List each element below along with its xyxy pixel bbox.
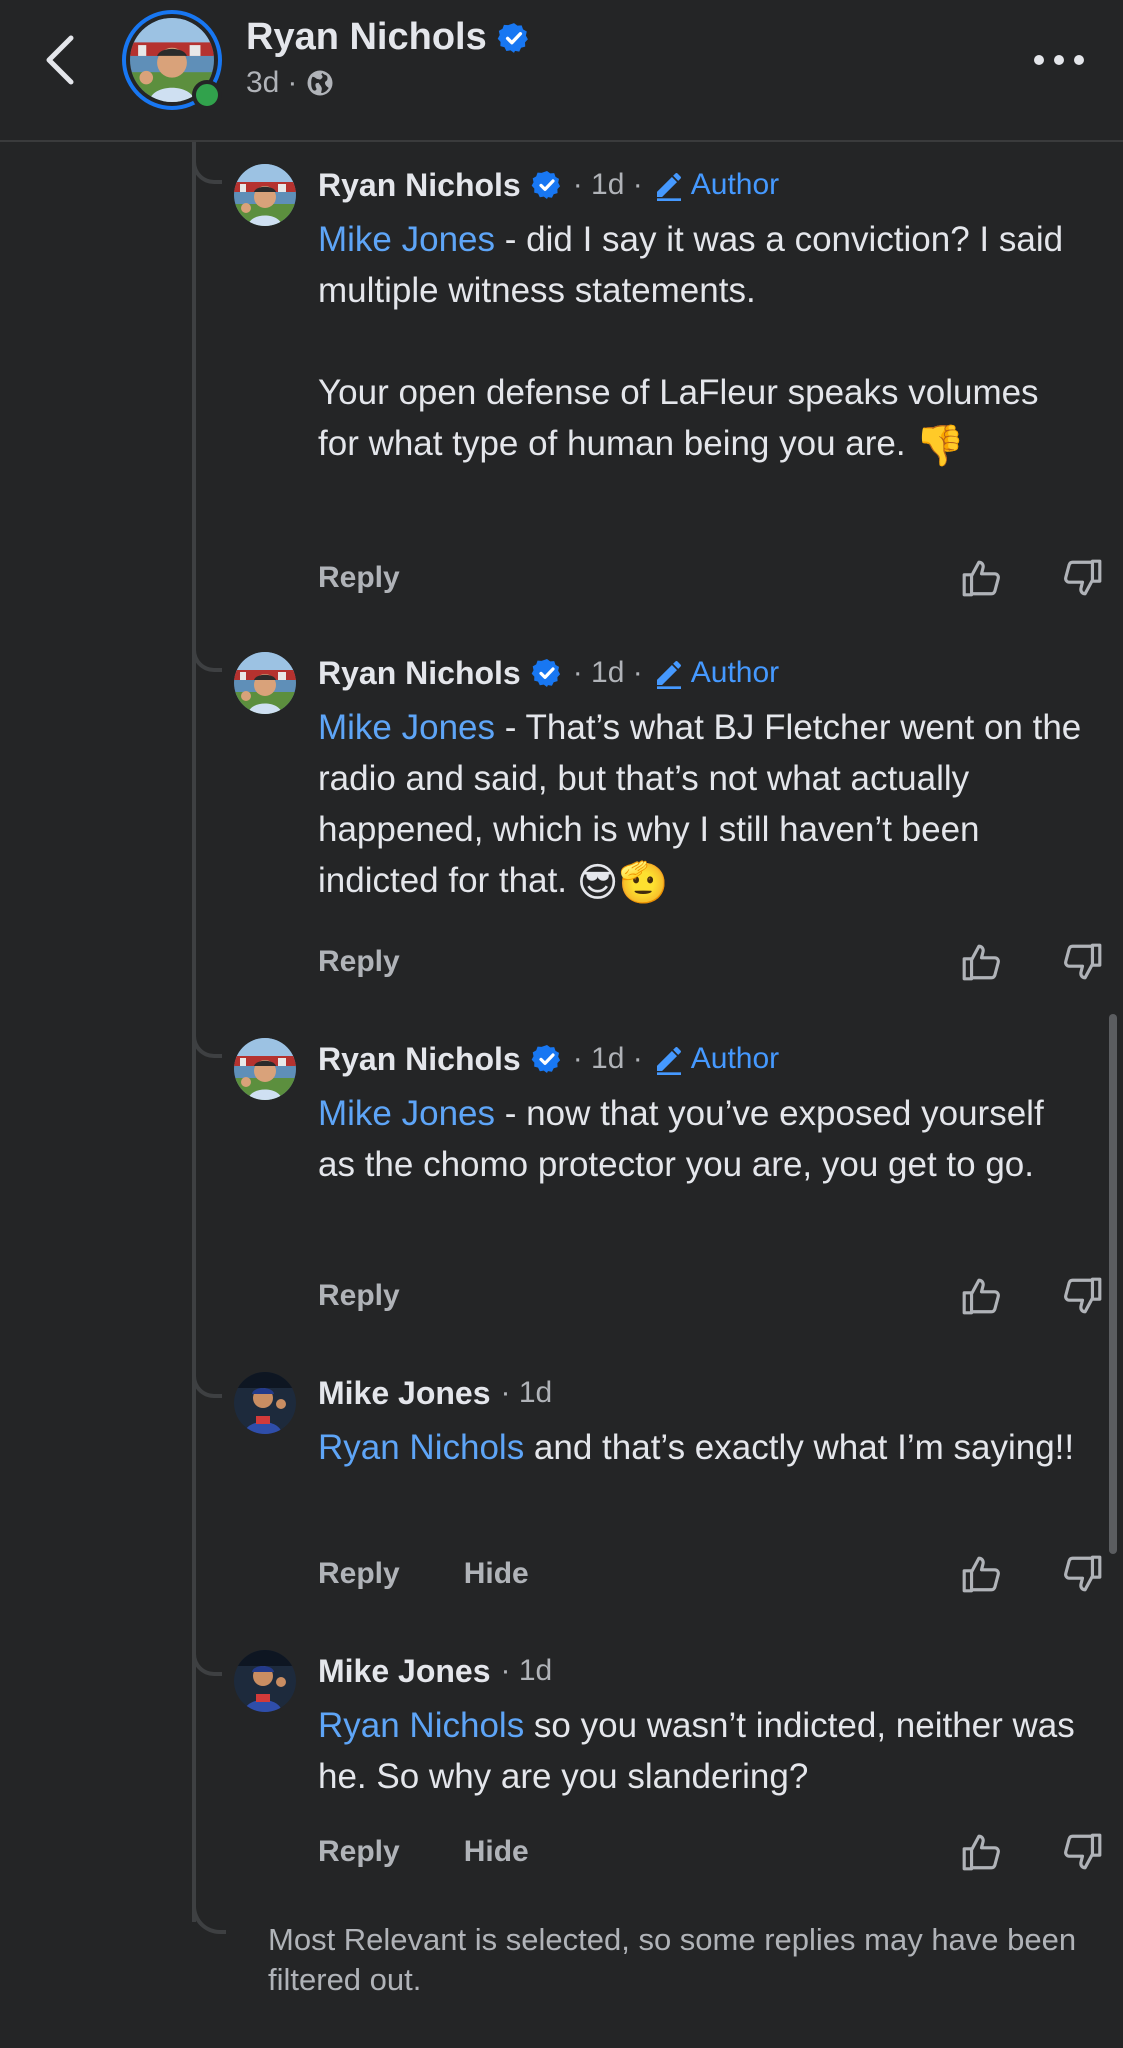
more-options-button[interactable] [1031, 42, 1087, 78]
like-button[interactable] [956, 1549, 1006, 1599]
dislike-button[interactable] [1058, 1271, 1108, 1321]
comment-time[interactable]: · 1d · [573, 1038, 643, 1080]
reply-button[interactable]: Reply [318, 1279, 400, 1313]
comment-actions: Reply Hide [318, 1549, 1088, 1599]
author-badge: Author [653, 164, 779, 206]
like-button[interactable] [956, 937, 1006, 987]
avatar[interactable] [234, 1372, 296, 1434]
thread-branch [192, 1652, 222, 1676]
comment-header: Ryan Nichols · 1d · Author [318, 652, 779, 694]
thumbs-down-outline-icon [1062, 1831, 1104, 1873]
thread-branch [192, 1034, 222, 1058]
verified-badge-icon [531, 657, 563, 689]
author-label: Author [690, 168, 780, 201]
back-button[interactable] [38, 28, 82, 92]
comment-header: Mike Jones · 1d [318, 1650, 552, 1692]
avatar[interactable] [234, 652, 296, 714]
comment-header: Mike Jones · 1d [318, 1372, 552, 1414]
thumbs-up-outline-icon [960, 1275, 1002, 1317]
mention-link[interactable]: Mike Jones [318, 220, 495, 259]
author-label: Author [690, 656, 780, 689]
dislike-button[interactable] [1058, 1827, 1108, 1877]
post-meta: 3d · [246, 66, 335, 100]
pencil-icon [653, 657, 685, 689]
emoji: 👎 [915, 423, 966, 469]
comment-actions: Reply [318, 553, 1088, 603]
commenter-name[interactable]: Mike Jones [318, 1650, 491, 1692]
comment-time[interactable]: · 1d [501, 1650, 553, 1692]
post-time[interactable]: 3d [246, 66, 279, 100]
like-button[interactable] [956, 1271, 1006, 1321]
comment-header: Ryan Nichols · 1d · Author [318, 1038, 779, 1080]
thread-branch [192, 648, 222, 672]
commenter-name[interactable]: Ryan Nichols [318, 652, 521, 694]
pencil-icon [653, 1043, 685, 1075]
verified-badge-icon [497, 21, 531, 55]
commenter-name[interactable]: Ryan Nichols [318, 164, 521, 206]
comment-time[interactable]: · 1d · [573, 652, 643, 694]
comment-actions: Reply [318, 1271, 1088, 1321]
dislike-button[interactable] [1058, 1549, 1108, 1599]
commenter-name[interactable]: Mike Jones [318, 1372, 491, 1414]
thumbs-up-outline-icon [960, 941, 1002, 983]
comment-time[interactable]: · 1d · [573, 164, 643, 206]
mention-link[interactable]: Mike Jones [318, 1094, 495, 1133]
comment-header: Ryan Nichols · 1d · Author [318, 164, 779, 206]
author-badge: Author [653, 652, 779, 694]
dislike-button[interactable] [1058, 937, 1108, 987]
reply-button[interactable]: Reply [318, 561, 400, 595]
verified-badge-icon [531, 1043, 563, 1075]
mention-link[interactable]: Ryan Nichols [318, 1428, 524, 1467]
post-header: Ryan Nichols 3d · [0, 0, 1123, 142]
thread-branch [192, 160, 222, 184]
comment-text: Mike Jones - did I say it was a convicti… [318, 214, 1088, 472]
mention-link[interactable]: Ryan Nichols [318, 1706, 524, 1745]
emoji: 😎🫡 [576, 860, 669, 906]
pencil-icon [653, 169, 685, 201]
profile-name[interactable]: Ryan Nichols [246, 16, 487, 59]
thumbs-down-outline-icon [1062, 557, 1104, 599]
avatar[interactable] [234, 1038, 296, 1100]
author-label: Author [690, 1042, 780, 1075]
comment-actions: Reply Hide [318, 1827, 1088, 1877]
like-button[interactable] [956, 553, 1006, 603]
avatar[interactable] [234, 164, 296, 226]
chevron-left-icon [46, 35, 74, 85]
reply-button[interactable]: Reply [318, 945, 400, 979]
filter-notice: Most Relevant is selected, so some repli… [268, 1922, 1077, 1997]
meta-separator: · [287, 66, 298, 99]
verified-badge-icon [531, 169, 563, 201]
thumbs-up-outline-icon [960, 557, 1002, 599]
thread-line-end [192, 1900, 226, 1934]
thumbs-up-outline-icon [960, 1831, 1002, 1873]
more-horizontal-icon [1034, 55, 1084, 65]
scrollbar[interactable] [1109, 1014, 1117, 1554]
comment-text: Ryan Nichols and that’s exactly what I’m… [318, 1422, 1088, 1473]
thumbs-down-outline-icon [1062, 1553, 1104, 1595]
comment-actions: Reply [318, 937, 1088, 987]
reply-button[interactable]: Reply [318, 1557, 400, 1591]
dislike-button[interactable] [1058, 553, 1108, 603]
mention-link[interactable]: Mike Jones [318, 708, 495, 747]
reply-button[interactable]: Reply [318, 1835, 400, 1869]
hide-button[interactable]: Hide [464, 1557, 529, 1591]
author-badge: Author [653, 1038, 779, 1080]
commenter-name[interactable]: Ryan Nichols [318, 1038, 521, 1080]
comment-text: Mike Jones - now that you’ve exposed you… [318, 1088, 1088, 1190]
header-name-row[interactable]: Ryan Nichols [246, 16, 531, 59]
comment-body: and that’s exactly what I’m saying!! [524, 1428, 1075, 1467]
comment-text: Ryan Nichols so you wasn’t indicted, nei… [318, 1700, 1088, 1802]
hide-button[interactable]: Hide [464, 1835, 529, 1869]
thumbs-down-outline-icon [1062, 941, 1104, 983]
avatar[interactable] [234, 1650, 296, 1712]
comment-time[interactable]: · 1d [501, 1372, 553, 1414]
thread-branch [192, 1374, 222, 1398]
like-button[interactable] [956, 1827, 1006, 1877]
online-status-indicator [192, 80, 222, 110]
comment-text: Mike Jones - That’s what BJ Fletcher wen… [318, 702, 1088, 909]
thumbs-down-outline-icon [1062, 1275, 1104, 1317]
thumbs-up-outline-icon [960, 1553, 1002, 1595]
globe-icon [307, 70, 333, 96]
